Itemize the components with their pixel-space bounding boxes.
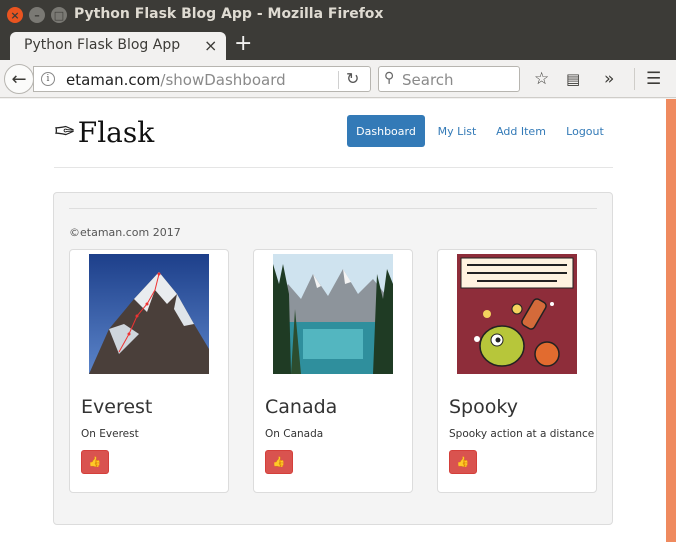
- spooky-image: [457, 254, 577, 374]
- tab-title: Python Flask Blog App: [24, 37, 181, 53]
- window-minimize-icon[interactable]: –: [29, 7, 45, 23]
- dashboard-panel: ©etaman.com 2017 Everest On Everest 👍 Ca…: [53, 192, 613, 525]
- card-description: Spooky action at a distance: [449, 428, 595, 440]
- url-separator: [338, 71, 339, 89]
- window-titlebar: × – □ Python Flask Blog App - Mozilla Fi…: [0, 0, 676, 30]
- hamburger-menu-icon[interactable]: ☰: [646, 69, 661, 89]
- search-placeholder: Search: [402, 71, 454, 89]
- page-scrollbar[interactable]: [666, 99, 676, 542]
- new-tab-icon[interactable]: +: [234, 32, 252, 56]
- window-maximize-icon[interactable]: □: [51, 7, 67, 23]
- flask-horn-icon: ✑: [54, 117, 76, 147]
- thumbs-up-icon: 👍: [88, 456, 102, 468]
- thumbs-up-icon: 👍: [272, 456, 286, 468]
- panel-divider: [69, 208, 597, 209]
- canada-image: [273, 254, 393, 374]
- nav-dashboard[interactable]: Dashboard: [347, 115, 425, 147]
- url-text[interactable]: etaman.com/showDashboard: [66, 71, 286, 89]
- browser-tab[interactable]: Python Flask Blog App ×: [10, 32, 226, 60]
- card-description: On Canada: [265, 428, 324, 440]
- blog-card-canada: Canada On Canada 👍: [253, 249, 413, 493]
- header-divider: [54, 167, 613, 168]
- search-icon: ⚲: [384, 70, 395, 86]
- nav-logout[interactable]: Logout: [560, 115, 610, 147]
- tab-strip: Python Flask Blog App × +: [0, 30, 676, 60]
- tab-close-icon[interactable]: ×: [204, 36, 217, 55]
- url-host: etaman.com: [66, 71, 161, 89]
- like-button[interactable]: 👍: [449, 450, 477, 474]
- blog-card-spooky: Spooky Spooky action at a distance 👍: [437, 249, 597, 493]
- overflow-chevron-icon[interactable]: »: [604, 69, 614, 89]
- card-title: Spooky: [449, 396, 518, 418]
- search-bar[interactable]: ⚲ Search: [378, 66, 520, 92]
- flask-logo: ✑ Flask: [54, 113, 154, 151]
- window-title: Python Flask Blog App - Mozilla Firefox: [74, 6, 384, 22]
- reading-list-icon[interactable]: ▤: [566, 69, 580, 89]
- info-icon[interactable]: i: [41, 72, 55, 86]
- bookmark-star-icon[interactable]: ☆: [534, 69, 549, 89]
- like-button[interactable]: 👍: [265, 450, 293, 474]
- reload-icon[interactable]: ↻: [346, 69, 359, 88]
- logo-text: Flask: [77, 115, 155, 149]
- nav-my-list[interactable]: My List: [430, 115, 484, 147]
- nav-add-item[interactable]: Add Item: [491, 115, 551, 147]
- card-title: Everest: [81, 396, 153, 418]
- back-arrow-icon[interactable]: ←: [4, 64, 34, 94]
- thumbs-up-icon: 👍: [456, 456, 470, 468]
- toolbar-separator: [634, 68, 635, 90]
- browser-navbar: ← i etaman.com/showDashboard ↻ ⚲ Search …: [0, 60, 676, 98]
- url-path: /showDashboard: [160, 71, 286, 89]
- page-viewport: ✑ Flask Dashboard My List Add Item Logou…: [0, 99, 666, 542]
- copyright-text: ©etaman.com 2017: [69, 226, 181, 239]
- everest-image: [89, 254, 209, 374]
- card-title: Canada: [265, 396, 338, 418]
- url-bar[interactable]: i etaman.com/showDashboard ↻: [33, 66, 371, 92]
- blog-card-everest: Everest On Everest 👍: [69, 249, 229, 493]
- card-description: On Everest: [81, 428, 139, 440]
- like-button[interactable]: 👍: [81, 450, 109, 474]
- window-close-icon[interactable]: ×: [7, 7, 23, 23]
